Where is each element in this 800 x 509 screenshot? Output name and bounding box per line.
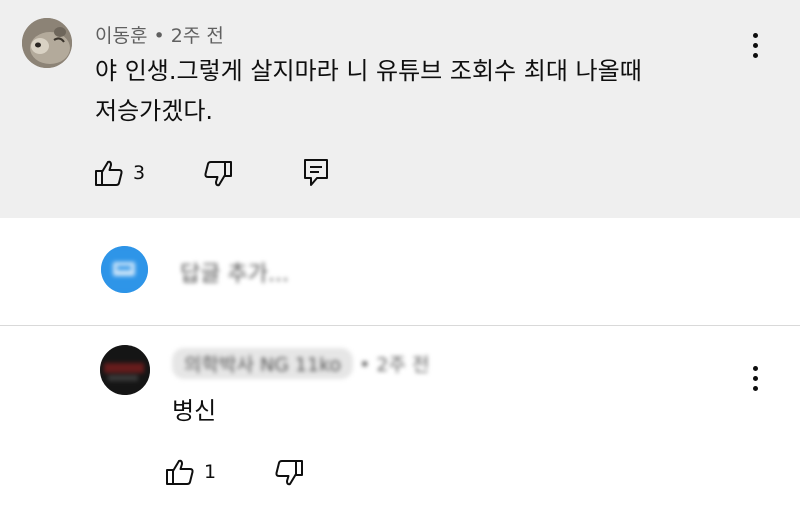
- reply-like-count: 1: [204, 461, 217, 483]
- meta-separator: •: [359, 354, 371, 376]
- reply-meta: 의학박사 NG 11ko • 2주 전: [172, 348, 429, 379]
- reply-icon[interactable]: [303, 158, 329, 188]
- reply-dislike-icon[interactable]: [274, 459, 304, 487]
- divider: [0, 325, 800, 326]
- comment-text-line: 저승가겠다.: [95, 97, 214, 125]
- reply-text: 병신: [172, 397, 217, 425]
- comment-text-line: 야 인생.그렇게 살지마라 니 유튜브 조회수 최대 나올때: [95, 57, 642, 85]
- reply-time[interactable]: 2주 전: [376, 354, 429, 376]
- dislike-icon[interactable]: [203, 160, 233, 188]
- like-count: 3: [133, 162, 146, 184]
- dark-avatar-icon: [100, 345, 150, 395]
- user-avatar: [101, 246, 148, 293]
- dog-avatar-icon: [22, 18, 72, 68]
- reply-author[interactable]: 의학박사 NG 11ko: [172, 348, 354, 379]
- reply-more-options-icon[interactable]: [751, 366, 759, 391]
- comment-meta: 이동훈 • 2주 전: [95, 21, 224, 48]
- like-icon[interactable]: [94, 159, 124, 187]
- user-avatar-icon: [101, 246, 148, 293]
- reply-input[interactable]: 답글 추가...: [180, 256, 289, 288]
- reply-like-icon[interactable]: [165, 458, 195, 486]
- comment-author[interactable]: 이동훈: [95, 25, 147, 47]
- commenter-avatar[interactable]: [22, 18, 72, 68]
- more-options-icon[interactable]: [751, 33, 759, 58]
- highlighted-comment: 이동훈 • 2주 전 야 인생.그렇게 살지마라 니 유튜브 조회수 최대 나올…: [0, 0, 800, 218]
- comment-time[interactable]: 2주 전: [171, 25, 224, 47]
- replier-avatar[interactable]: [100, 345, 150, 395]
- meta-separator: •: [153, 25, 165, 47]
- comment-text: 야 인생.그렇게 살지마라 니 유튜브 조회수 최대 나올때 저승가겠다.: [95, 51, 715, 131]
